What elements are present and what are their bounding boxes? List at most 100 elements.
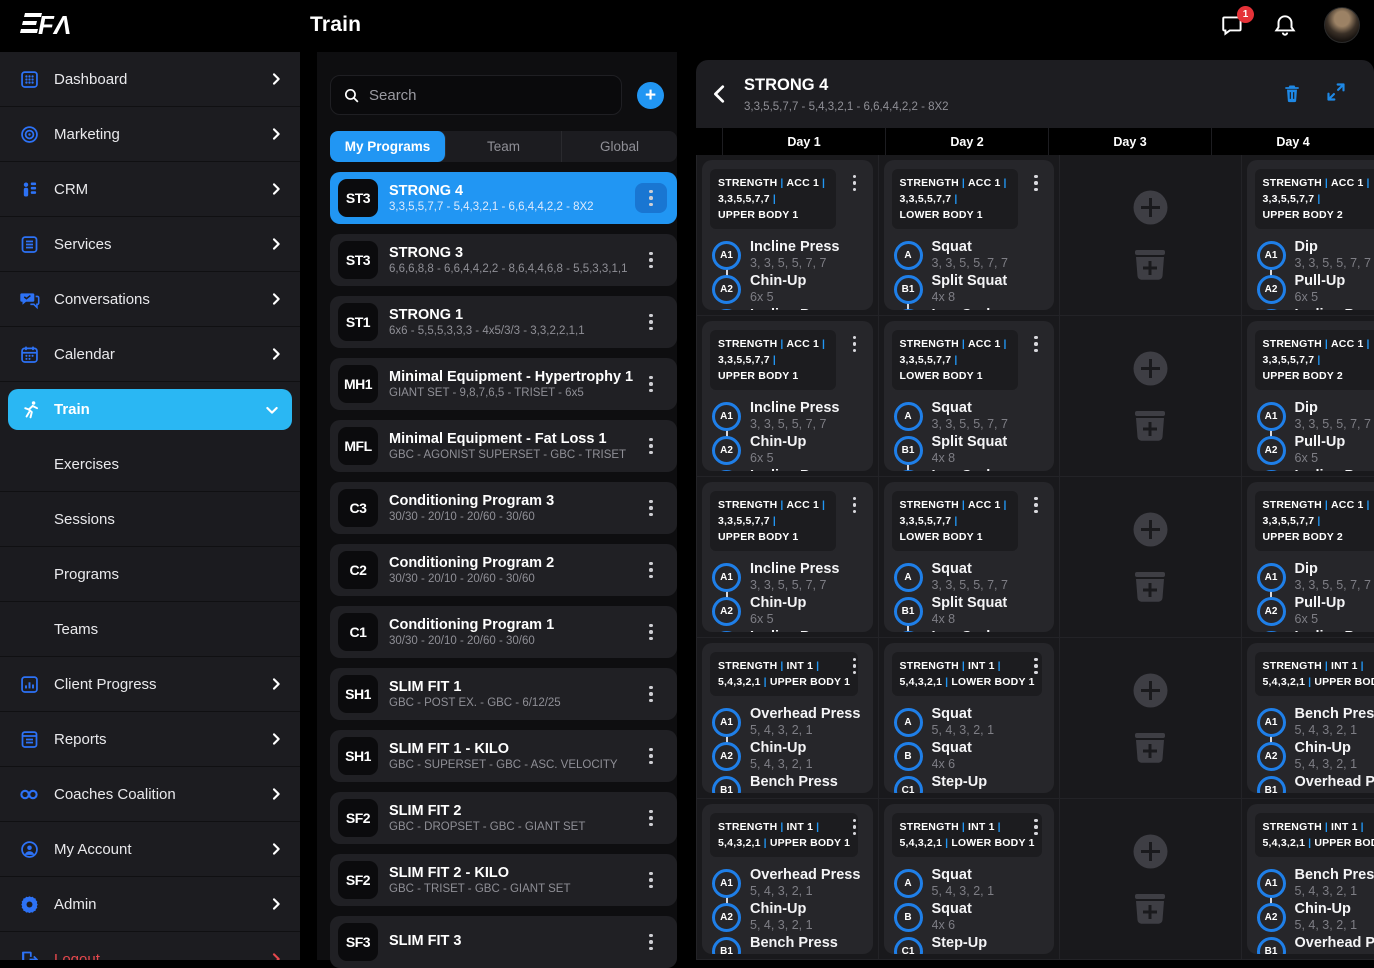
exercise-row[interactable]: A1Bench Press5, 4, 3, 2, 1 [1257, 705, 1374, 739]
program-list-item[interactable]: SF2SLIM FIT 2GBC - DROPSET - GBC - GIANT… [330, 792, 677, 844]
exercise-row[interactable]: A2Chin-Up6x 5 [712, 594, 865, 628]
workout-card[interactable]: STRENGTH|ACC 1|3,3,5,5,7,7|UPPER BODY 2A… [1247, 482, 1374, 632]
workout-card-menu-icon[interactable] [839, 812, 871, 842]
workout-card[interactable]: STRENGTH|ACC 1|3,3,5,5,7,7|UPPER BODY 1A… [702, 160, 873, 310]
workout-card-menu-icon[interactable] [839, 490, 871, 520]
exercise-row[interactable]: A2Chin-Up5, 4, 3, 2, 1 [712, 739, 865, 773]
sidebar-item-reports[interactable]: Reports [0, 712, 300, 767]
exercise-row[interactable]: B2Leg Curl4x 8 [894, 306, 1047, 310]
expand-fullscreen-icon[interactable] [1326, 82, 1348, 104]
exercise-row[interactable]: B2Leg Curl4x 8 [894, 467, 1047, 471]
exercise-row[interactable]: A1Dip3, 3, 5, 5, 7, 7 [1257, 399, 1374, 433]
program-item-menu-icon[interactable] [635, 307, 667, 337]
user-avatar[interactable] [1324, 7, 1360, 43]
workout-card[interactable]: STRENGTH|ACC 1|3,3,5,5,7,7|LOWER BODY 1A… [884, 321, 1055, 471]
add-workout-icon[interactable] [1132, 833, 1169, 870]
program-item-menu-icon[interactable] [635, 679, 667, 709]
sidebar-item-conversations[interactable]: Conversations [0, 272, 300, 327]
exercise-row[interactable]: A1Incline Press3, 3, 5, 5, 7, 7 [712, 560, 865, 594]
sidebar-item-admin[interactable]: Admin [0, 877, 300, 932]
program-item-menu-icon[interactable] [635, 245, 667, 275]
add-program-button[interactable]: + [637, 82, 664, 109]
exercise-row[interactable]: B1Incline Press4x 4 [712, 306, 865, 310]
exercise-row[interactable]: A1Overhead Press5, 4, 3, 2, 1 [712, 705, 865, 739]
add-from-library-icon[interactable] [1131, 730, 1169, 764]
sidebar-item-programs[interactable]: Programs [0, 547, 300, 602]
sidebar-item-coaches-coalition[interactable]: Coaches Coalition [0, 767, 300, 822]
program-item-menu-icon[interactable] [635, 927, 667, 957]
messages-icon[interactable]: 1 [1220, 12, 1246, 38]
exercise-row[interactable]: B1Bench Press3x 6 [712, 934, 865, 954]
program-list-item[interactable]: SF2SLIM FIT 2 - KILOGBC - TRISET - GBC -… [330, 854, 677, 906]
add-from-library-icon[interactable] [1131, 247, 1169, 281]
add-workout-icon[interactable] [1132, 511, 1169, 548]
program-list-item[interactable]: C2Conditioning Program 230/30 - 20/10 - … [330, 544, 677, 596]
back-chevron-icon[interactable] [709, 82, 731, 106]
workout-card[interactable]: STRENGTH|ACC 1|3,3,5,5,7,7|UPPER BODY 1A… [702, 482, 873, 632]
program-item-menu-icon[interactable] [635, 803, 667, 833]
workout-card-menu-icon[interactable] [1020, 329, 1052, 359]
workout-card[interactable]: STRENGTH|ACC 1|3,3,5,5,7,7|UPPER BODY 1A… [702, 321, 873, 471]
exercise-row[interactable]: B1Bench Press3x 6 [712, 773, 865, 793]
exercise-row[interactable]: B1Incline Press4x 8 [1257, 306, 1374, 310]
sidebar-item-logout[interactable]: Logout [0, 932, 300, 960]
sidebar-item-sessions[interactable]: Sessions [0, 492, 300, 547]
program-item-menu-icon[interactable] [635, 555, 667, 585]
exercise-row[interactable]: A2Pull-Up6x 5 [1257, 272, 1374, 306]
program-list-item[interactable]: C3Conditioning Program 330/30 - 20/10 - … [330, 482, 677, 534]
search-box[interactable] [330, 75, 622, 115]
notifications-bell-icon[interactable] [1272, 12, 1298, 38]
exercise-row[interactable]: B1Incline Press4x 8 [1257, 467, 1374, 471]
exercise-row[interactable]: A2Pull-Up6x 5 [1257, 433, 1374, 467]
exercise-row[interactable]: B1Split Squat4x 8 [894, 594, 1047, 628]
program-list-item[interactable]: C1Conditioning Program 130/30 - 20/10 - … [330, 606, 677, 658]
exercise-row[interactable]: ASquat5, 4, 3, 2, 1 [894, 866, 1047, 900]
program-list-item[interactable]: ST1STRONG 16x6 - 5,5,5,3,3,3 - 4x5/3/3 -… [330, 296, 677, 348]
exercise-row[interactable]: A2Pull-Up6x 5 [1257, 594, 1374, 628]
exercise-row[interactable]: A2Chin-Up5, 4, 3, 2, 1 [712, 900, 865, 934]
add-from-library-icon[interactable] [1131, 408, 1169, 442]
exercise-row[interactable]: A1Dip3, 3, 5, 5, 7, 7 [1257, 560, 1374, 594]
exercise-row[interactable]: A1Incline Press3, 3, 5, 5, 7, 7 [712, 399, 865, 433]
sidebar-item-exercises[interactable]: Exercises [0, 437, 300, 492]
add-workout-icon[interactable] [1132, 672, 1169, 709]
workout-card-menu-icon[interactable] [1020, 812, 1052, 842]
exercise-row[interactable]: A2Chin-Up6x 5 [712, 272, 865, 306]
program-item-menu-icon[interactable] [635, 741, 667, 771]
program-list-item[interactable]: SF3SLIM FIT 3 [330, 916, 677, 968]
exercise-row[interactable]: A1Incline Press3, 3, 5, 5, 7, 7 [712, 238, 865, 272]
program-item-menu-icon[interactable] [635, 431, 667, 461]
exercise-row[interactable]: B1Incline Press4x 4 [712, 467, 865, 471]
workout-card-menu-icon[interactable] [1020, 168, 1052, 198]
exercise-row[interactable]: ASquat3, 3, 5, 5, 7, 7 [894, 560, 1047, 594]
program-item-menu-icon[interactable] [635, 865, 667, 895]
sidebar-item-client-progress[interactable]: Client Progress [0, 657, 300, 712]
sidebar-item-marketing[interactable]: Marketing [0, 107, 300, 162]
exercise-row[interactable]: C1Step-Up3x 8 [894, 934, 1047, 954]
tab-my-programs[interactable]: My Programs [330, 131, 446, 162]
workout-card[interactable]: STRENGTH|INT 1|5,4,3,2,1|LOWER BODY 1ASq… [884, 643, 1055, 793]
program-list-item[interactable]: MH1Minimal Equipment - Hypertrophy 1GIAN… [330, 358, 677, 410]
program-item-menu-icon[interactable] [635, 493, 667, 523]
workout-card-menu-icon[interactable] [839, 168, 871, 198]
program-item-menu-icon[interactable] [635, 183, 667, 213]
exercise-row[interactable]: B1Overhead Press3x 6 [1257, 934, 1374, 954]
sidebar-item-dashboard[interactable]: Dashboard [0, 52, 300, 107]
exercise-row[interactable]: B1Incline Press4x 8 [1257, 628, 1374, 632]
program-list-item[interactable]: ST3STRONG 43,3,5,5,7,7 - 5,4,3,2,1 - 6,6… [330, 172, 677, 224]
workout-card[interactable]: STRENGTH|INT 1|5,4,3,2,1|UPPER BODY 2A1B… [1247, 643, 1374, 793]
program-list-item[interactable]: MFLMinimal Equipment - Fat Loss 1GBC - A… [330, 420, 677, 472]
exercise-row[interactable]: C1Step-Up3x 8 [894, 773, 1047, 793]
program-item-menu-icon[interactable] [635, 369, 667, 399]
search-input[interactable] [369, 87, 599, 104]
workout-card[interactable]: STRENGTH|INT 1|5,4,3,2,1|LOWER BODY 1ASq… [884, 804, 1055, 954]
add-from-library-icon[interactable] [1131, 569, 1169, 603]
exercise-row[interactable]: B1Overhead Press3x 6 [1257, 773, 1374, 793]
program-list-item[interactable]: SH1SLIM FIT 1GBC - POST EX. - GBC - 6/12… [330, 668, 677, 720]
workout-card-menu-icon[interactable] [839, 329, 871, 359]
exercise-row[interactable]: A1Dip3, 3, 5, 5, 7, 7 [1257, 238, 1374, 272]
add-workout-icon[interactable] [1132, 189, 1169, 226]
exercise-row[interactable]: A2Chin-Up5, 4, 3, 2, 1 [1257, 739, 1374, 773]
workout-card-menu-icon[interactable] [839, 651, 871, 681]
sidebar-item-calendar[interactable]: Calendar [0, 327, 300, 382]
